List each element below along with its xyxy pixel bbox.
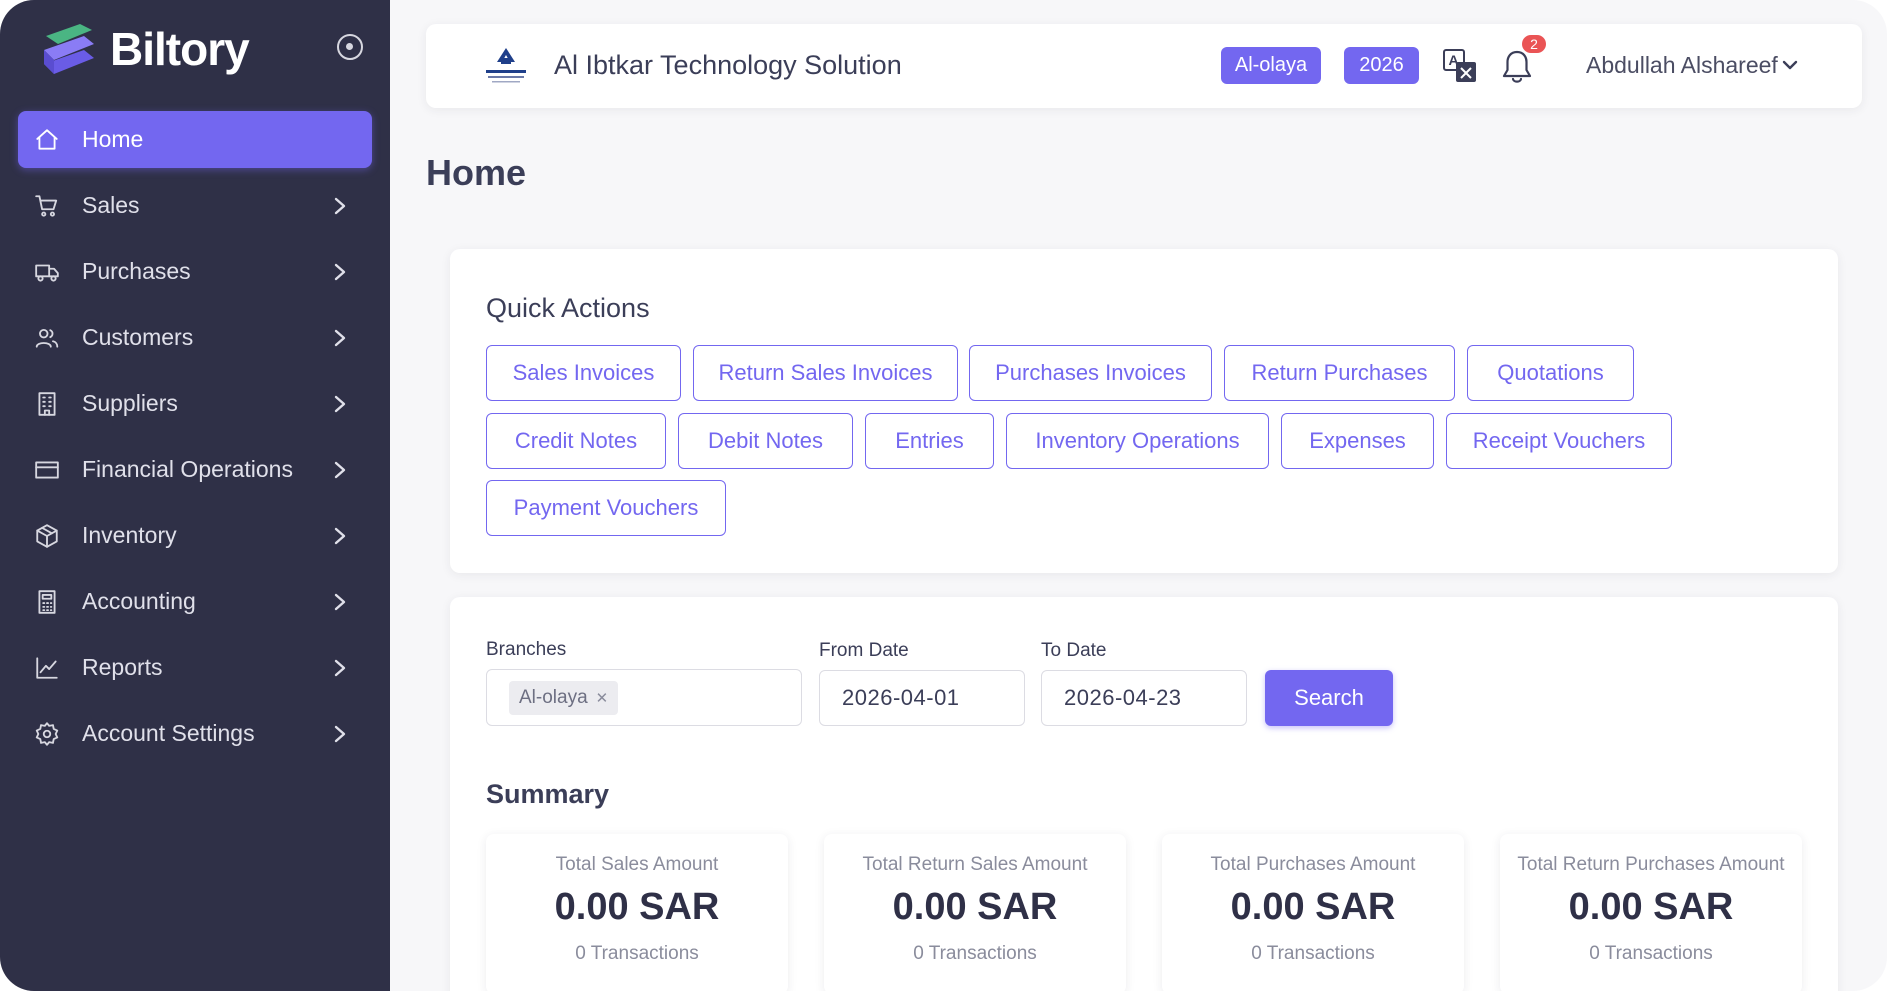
sidebar-item-label: Financial Operations (82, 456, 293, 482)
sidebar-item-inventory[interactable]: Inventory (18, 507, 372, 564)
users-icon (34, 325, 60, 351)
remove-tag-icon[interactable]: ✕ (596, 689, 609, 707)
stat-value: 0.00 SAR (1230, 886, 1396, 928)
sidebar-item-label: Home (82, 126, 144, 152)
stat-value: 0.00 SAR (1568, 886, 1734, 928)
chevron-right-icon (332, 658, 348, 678)
sidebar-item-home[interactable]: Home (18, 111, 372, 168)
sidebar-item-financial-operations[interactable]: Financial Operations (18, 441, 372, 498)
stat-value: 0.00 SAR (892, 886, 1058, 928)
stat-card-total-return-purchases: Total Return Purchases Amount 0.00 SAR 0… (1500, 834, 1802, 991)
stat-label: Total Sales Amount (555, 854, 719, 875)
quick-action-expenses[interactable]: Expenses (1281, 413, 1434, 469)
chevron-right-icon (332, 394, 348, 414)
sidebar: Biltory Home Sales Purchases Customers S… (0, 0, 390, 991)
quick-action-receipt-vouchers[interactable]: Receipt Vouchers (1446, 413, 1672, 469)
stat-label: Total Return Sales Amount (862, 854, 1088, 875)
company-name: Al Ibtkar Technology Solution (554, 50, 902, 80)
chevron-right-icon (332, 460, 348, 480)
sidebar-item-label: Inventory (82, 522, 177, 548)
wallet-icon (34, 457, 60, 483)
sidebar-item-label: Account Settings (82, 720, 255, 746)
quick-action-sales-invoices[interactable]: Sales Invoices (486, 345, 681, 401)
chevron-right-icon (332, 724, 348, 744)
summary-card: Branches Al-olaya ✕ From Date 2026-04-01… (450, 597, 1838, 991)
stat-label: Total Return Purchases Amount (1517, 854, 1785, 875)
quick-actions-title: Quick Actions (486, 293, 650, 323)
quick-actions-card: Quick Actions Sales Invoices Return Sale… (450, 249, 1838, 573)
stat-transactions: 0 Transactions (575, 943, 699, 964)
chevron-right-icon (332, 328, 348, 348)
branch-tag: Al-olaya ✕ (509, 681, 619, 715)
chart-line-icon (34, 655, 60, 681)
sidebar-item-label: Customers (82, 324, 194, 350)
stat-card-total-sales: Total Sales Amount 0.00 SAR 0 Transactio… (486, 834, 788, 991)
branches-select[interactable]: Al-olaya ✕ (486, 669, 802, 726)
biltory-logo-icon (44, 24, 94, 74)
chevron-right-icon (332, 196, 348, 216)
from-date-label: From Date (819, 640, 909, 661)
chevron-right-icon (332, 262, 348, 282)
chevron-right-icon (332, 592, 348, 612)
sidebar-item-suppliers[interactable]: Suppliers (18, 375, 372, 432)
sidebar-item-accounting[interactable]: Accounting (18, 573, 372, 630)
sidebar-item-account-settings[interactable]: Account Settings (18, 705, 372, 762)
sidebar-item-label: Purchases (82, 258, 191, 284)
sidebar-item-customers[interactable]: Customers (18, 309, 372, 366)
cart-icon (34, 193, 60, 219)
branch-tag-label: Al-olaya (519, 687, 588, 708)
truck-icon (34, 259, 60, 285)
stat-transactions: 0 Transactions (1251, 943, 1375, 964)
branch-chip[interactable]: Al-olaya (1221, 47, 1321, 84)
sidebar-item-reports[interactable]: Reports (18, 639, 372, 696)
quick-action-entries[interactable]: Entries (865, 413, 994, 469)
brand[interactable]: Biltory (40, 14, 250, 84)
sidebar-item-label: Reports (82, 654, 163, 680)
chevron-down-icon[interactable] (1780, 55, 1800, 75)
calculator-icon (34, 589, 60, 615)
sidebar-item-label: Suppliers (82, 390, 178, 416)
stat-transactions: 0 Transactions (913, 943, 1037, 964)
app-window: Biltory Home Sales Purchases Customers S… (0, 0, 1887, 991)
sidebar-item-sales[interactable]: Sales (18, 177, 372, 234)
to-date-label: To Date (1041, 640, 1107, 661)
quick-action-inventory-operations[interactable]: Inventory Operations (1006, 413, 1269, 469)
stat-label: Total Purchases Amount (1210, 854, 1416, 875)
branches-label: Branches (486, 639, 567, 660)
search-button[interactable]: Search (1265, 670, 1393, 726)
quick-action-credit-notes[interactable]: Credit Notes (486, 413, 666, 469)
stat-transactions: 0 Transactions (1589, 943, 1713, 964)
to-date-input[interactable]: 2026-04-23 (1041, 670, 1247, 726)
sidebar-pin-toggle[interactable] (337, 34, 363, 60)
sidebar-item-label: Sales (82, 192, 140, 218)
brand-name: Biltory (110, 23, 250, 75)
quick-action-quotations[interactable]: Quotations (1467, 345, 1634, 401)
user-menu[interactable]: Abdullah Alshareef (1586, 52, 1778, 79)
box-icon (34, 523, 60, 549)
translate-icon[interactable]: A (1442, 48, 1478, 84)
chevron-right-icon (332, 526, 348, 546)
stat-value: 0.00 SAR (554, 886, 720, 928)
quick-action-debit-notes[interactable]: Debit Notes (678, 413, 853, 469)
sidebar-item-label: Accounting (82, 588, 196, 614)
quick-action-return-sales-invoices[interactable]: Return Sales Invoices (693, 345, 958, 401)
year-chip[interactable]: 2026 (1344, 47, 1419, 84)
building-icon (34, 391, 60, 417)
sidebar-item-purchases[interactable]: Purchases (18, 243, 372, 300)
quick-action-payment-vouchers[interactable]: Payment Vouchers (486, 480, 726, 536)
gear-icon (34, 721, 60, 747)
page-title: Home (426, 152, 527, 193)
summary-title: Summary (486, 779, 610, 809)
stat-card-total-purchases: Total Purchases Amount 0.00 SAR 0 Transa… (1162, 834, 1464, 991)
home-icon (34, 127, 60, 153)
company-logo (486, 48, 526, 83)
quick-action-return-purchases[interactable]: Return Purchases (1224, 345, 1455, 401)
from-date-input[interactable]: 2026-04-01 (819, 670, 1025, 726)
sidebar-nav: Home Sales Purchases Customers Suppliers (18, 111, 372, 771)
notification-count-badge: 2 (1520, 33, 1548, 55)
top-navbar: Al Ibtkar Technology Solution Al-olaya 2… (426, 24, 1862, 108)
quick-action-purchases-invoices[interactable]: Purchases Invoices (969, 345, 1212, 401)
stat-card-total-return-sales: Total Return Sales Amount 0.00 SAR 0 Tra… (824, 834, 1126, 991)
